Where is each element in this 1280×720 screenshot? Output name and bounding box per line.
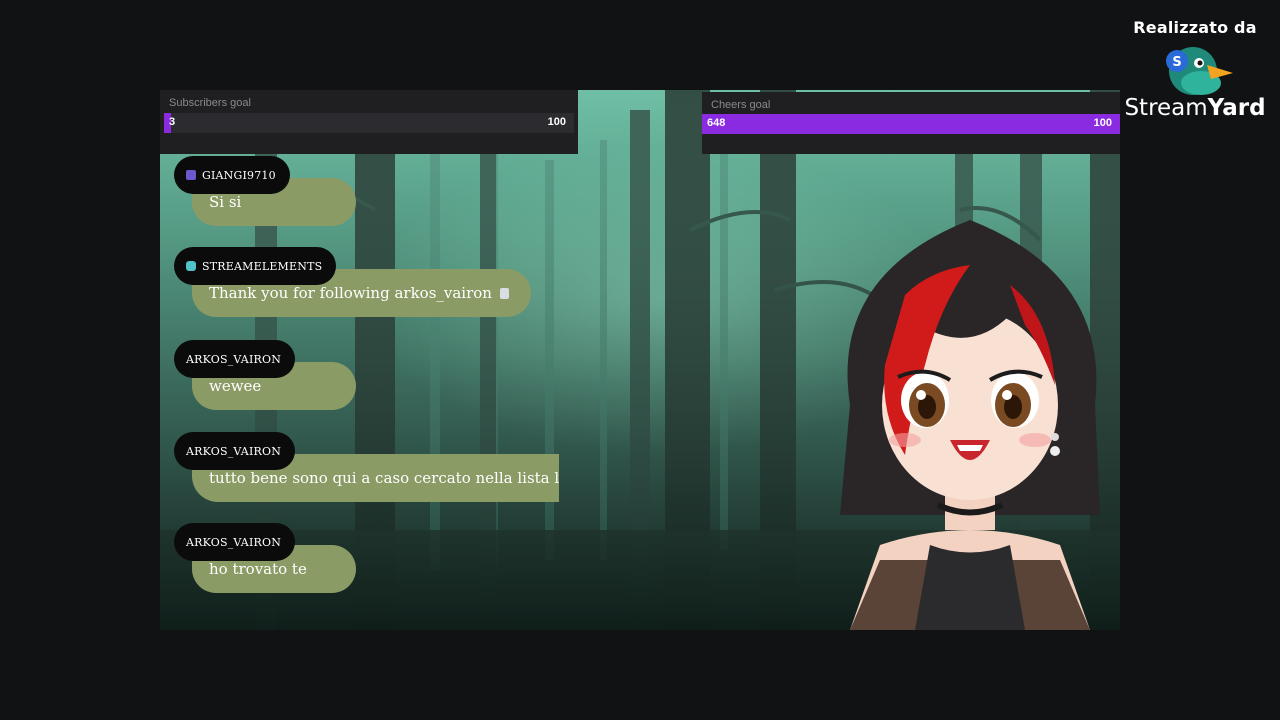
chat-username-pill: ARKOS_VAIRON bbox=[174, 523, 296, 561]
stream-canvas: Subscribers goal 3 100 Cheers goal 648 1… bbox=[160, 90, 1120, 630]
chat-username: ARKOS_VAIRON bbox=[186, 444, 282, 458]
wordmark-part-yard: Yard bbox=[1207, 95, 1266, 121]
subscribers-goal-target: 100 bbox=[547, 116, 566, 128]
emote-icon bbox=[499, 287, 509, 299]
chat-message-text: Si si bbox=[209, 193, 242, 211]
subscriber-badge-icon bbox=[186, 170, 196, 180]
branding-caption: Realizzato da bbox=[1133, 18, 1257, 37]
svg-text:S: S bbox=[1172, 55, 1181, 70]
chat-username-pill: ARKOS_VAIRON bbox=[174, 432, 296, 470]
cheers-goal-bar: 648 100 bbox=[702, 114, 1120, 134]
bot-badge-icon bbox=[186, 261, 196, 271]
chat-message-text: wewee bbox=[209, 377, 262, 395]
wordmark-part-stream: Stream bbox=[1124, 95, 1208, 121]
cheers-goal-current: 648 bbox=[707, 117, 726, 129]
chat-message-text: ho trovato te bbox=[209, 560, 307, 578]
subscribers-goal-bar: 3 100 bbox=[164, 113, 574, 133]
chat-username-pill: STREAMELEMENTS bbox=[174, 247, 337, 285]
chat-message-text: Thank you for following arkos_vairon bbox=[209, 284, 492, 302]
streamyard-branding: Realizzato da S StreamYard bbox=[1120, 18, 1270, 121]
chat-username: ARKOS_VAIRON bbox=[186, 352, 282, 366]
chat-username: GIANGI9710 bbox=[202, 168, 276, 182]
chat-username: ARKOS_VAIRON bbox=[186, 535, 282, 549]
cheers-goal-target: 100 bbox=[1093, 117, 1112, 129]
duck-logo-icon: S bbox=[1166, 47, 1233, 95]
cheers-goal-title: Cheers goal bbox=[711, 99, 771, 111]
cheers-goal-fill bbox=[702, 114, 1120, 134]
chat-username-pill: GIANGI9710 bbox=[174, 156, 290, 194]
cheers-goal-widget: Cheers goal 648 100 bbox=[702, 92, 1120, 154]
vtuber-avatar bbox=[840, 220, 1100, 630]
chat-username: STREAMELEMENTS bbox=[202, 259, 323, 273]
subscribers-goal-current: 3 bbox=[169, 116, 176, 128]
subscribers-goal-title: Subscribers goal bbox=[169, 97, 251, 109]
chat-username-pill: ARKOS_VAIRON bbox=[174, 340, 296, 378]
chat-message-text: tutto bene sono qui a caso cercato nella… bbox=[209, 469, 559, 487]
subscribers-goal-widget: Subscribers goal 3 100 bbox=[160, 90, 578, 154]
streamyard-wordmark: StreamYard bbox=[1120, 95, 1270, 121]
